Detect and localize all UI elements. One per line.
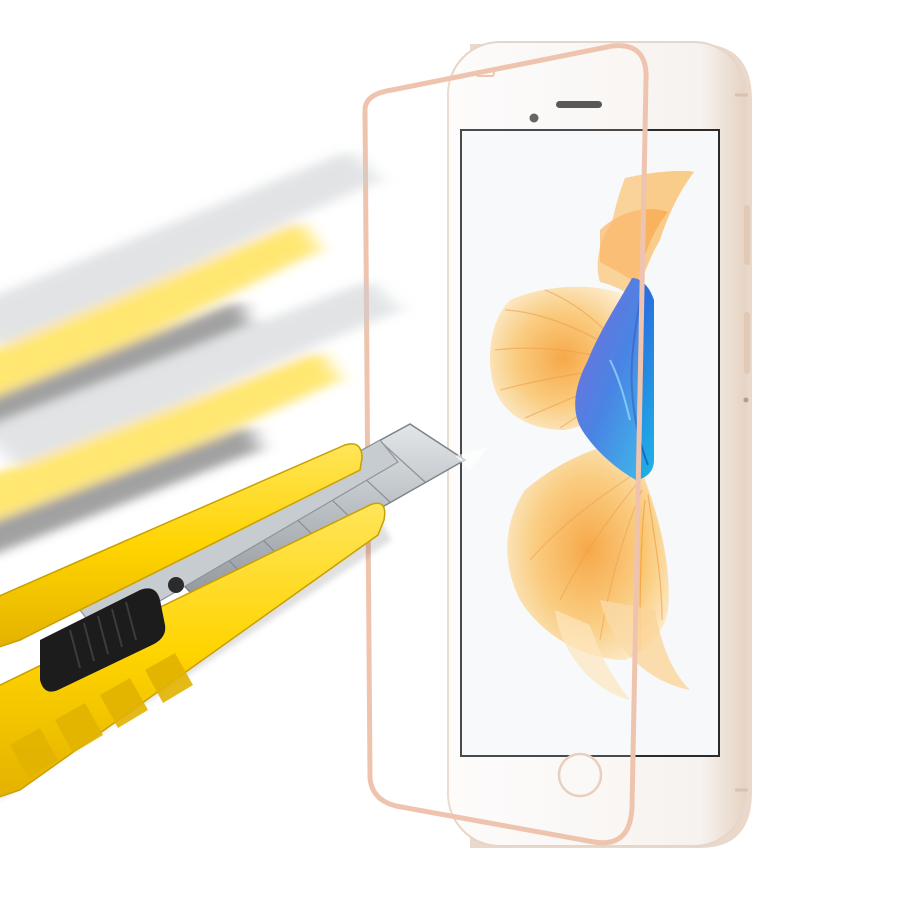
cutter-rivet bbox=[168, 577, 184, 593]
phone-mic-hole bbox=[743, 397, 749, 403]
product-photo-scene bbox=[0, 41, 752, 848]
phone-side-button bbox=[744, 312, 750, 374]
phone-side-button bbox=[744, 205, 750, 265]
